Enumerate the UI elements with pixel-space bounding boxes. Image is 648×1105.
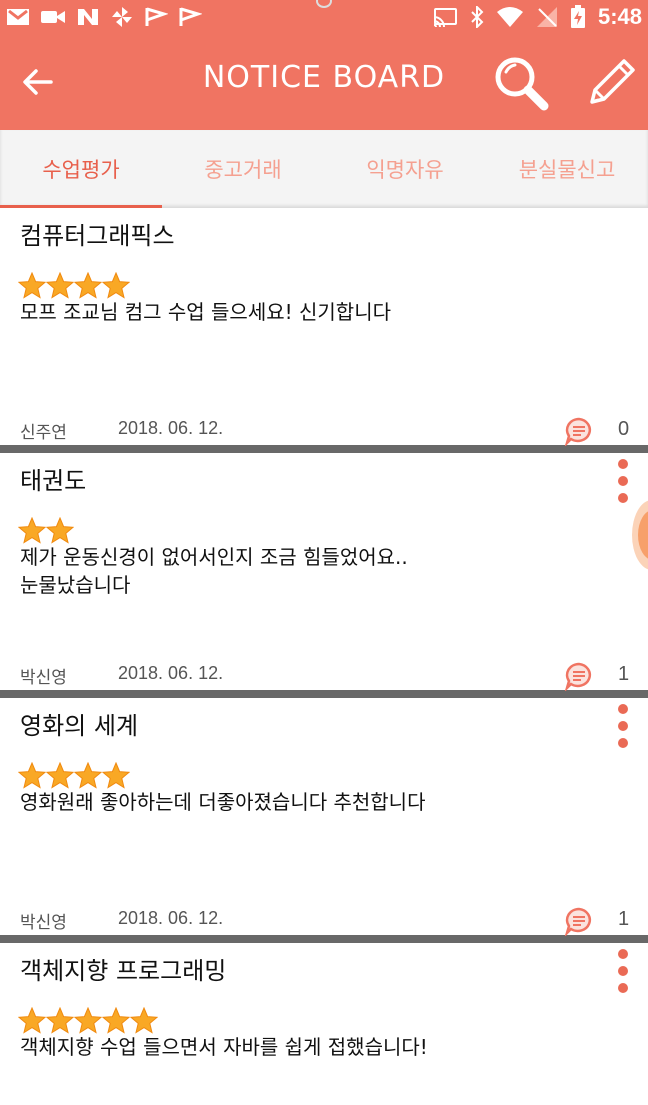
- bluetooth-icon: [470, 6, 484, 28]
- gmail-icon: [6, 8, 30, 26]
- more-dot: [618, 949, 628, 959]
- post-author: 신주연: [20, 423, 67, 443]
- more-options-button[interactable]: [612, 949, 634, 993]
- more-dot: [618, 459, 628, 469]
- tab-secondhand[interactable]: 중고거래: [162, 130, 324, 208]
- post-body-line: 객체지향 수업 들으면서 자바를 쉽게 접했습니다!: [20, 1035, 428, 1059]
- post-list: 컴퓨터그래픽스 모프 조교님 컴그 수업 들으세요! 신기합니다 신주연 201…: [0, 208, 648, 1105]
- tab-course-review[interactable]: 수업평가: [0, 130, 162, 208]
- post-card[interactable]: 컴퓨터그래픽스 모프 조교님 컴그 수업 들으세요! 신기합니다 신주연 201…: [0, 208, 648, 453]
- post-body-line: 눈물났습니다: [20, 573, 131, 597]
- flag-icon: [144, 6, 168, 28]
- post-body-line: 제가 운동신경이 없어서인지 조금 힘들었어요..: [20, 545, 408, 569]
- post-body: 제가 운동신경이 없어서인지 조금 힘들었어요.. 눈물났습니다: [20, 543, 408, 599]
- more-dot: [618, 966, 628, 976]
- post-body-line: 모프 조교님 컴그 수업 들으세요! 신기합니다: [20, 300, 392, 324]
- star-icon: [74, 272, 102, 299]
- write-button[interactable]: [580, 52, 642, 114]
- post-date: 2018. 06. 12.: [118, 418, 224, 438]
- post-body-line: 영화원래 좋아하는데 더좋아졌습니다 추천합니다: [20, 790, 426, 814]
- status-left-icons: [6, 6, 202, 28]
- star-rating: [18, 272, 130, 299]
- star-rating: [18, 517, 74, 544]
- more-dot: [618, 721, 628, 731]
- more-dot: [618, 493, 628, 503]
- post-body: 영화원래 좋아하는데 더좋아졌습니다 추천합니다: [20, 788, 425, 816]
- app-bar: NOTICE BOARD: [0, 34, 648, 130]
- status-time: 5:48: [597, 4, 642, 29]
- post-body: 객체지향 수업 들으면서 자바를 쉽게 접했습니다!: [20, 1033, 428, 1061]
- star-icon: [18, 1007, 46, 1034]
- post-title: 객체지향 프로그래밍: [20, 957, 227, 985]
- star-icon: [102, 1007, 130, 1034]
- post-date: 2018. 06. 12.: [118, 663, 224, 683]
- more-dot: [618, 704, 628, 714]
- post-card[interactable]: 태권도 제가 운동신경이 없어서인지 조금 힘들었어요.. 눈물났습니다 박신영…: [0, 453, 648, 698]
- comment-icon[interactable]: [564, 906, 594, 936]
- post-body: 모프 조교님 컴그 수업 들으세요! 신기합니다: [20, 298, 391, 326]
- post-title: 영화의 세계: [20, 712, 139, 740]
- post-card[interactable]: 객체지향 프로그래밍 객체지향 수업 들으면서 자바를 쉽게 접했습니다!: [0, 943, 648, 1105]
- more-options-button[interactable]: [612, 704, 634, 748]
- star-icon: [46, 517, 74, 544]
- search-button[interactable]: [490, 52, 552, 114]
- notification-dot: [316, 0, 332, 8]
- no-signal-icon: [536, 6, 558, 28]
- pencil-icon: [590, 59, 635, 104]
- star-icon: [130, 1007, 158, 1034]
- star-icon: [46, 1007, 74, 1034]
- star-icon: [18, 517, 46, 544]
- tab-lost-found[interactable]: 분실물신고: [486, 130, 648, 208]
- wifi-icon: [496, 6, 524, 28]
- post-author: 박신영: [20, 913, 67, 933]
- post-card[interactable]: 영화의 세계 영화원래 좋아하는데 더좋아졌습니다 추천합니다 박신영 2018…: [0, 698, 648, 943]
- post-title: 컴퓨터그래픽스: [20, 222, 175, 250]
- star-icon: [102, 762, 130, 789]
- comment-count: 1: [618, 663, 630, 685]
- flag-icon: [178, 6, 202, 28]
- board-tabs: 수업평가 중고거래 익명자유 분실물신고: [0, 130, 648, 208]
- more-options-button[interactable]: [612, 459, 634, 503]
- status-right-icons: 5:48: [432, 4, 642, 30]
- tab-anonymous[interactable]: 익명자유: [324, 130, 486, 208]
- star-icon: [18, 272, 46, 299]
- video-icon: [40, 8, 66, 26]
- more-dot: [618, 738, 628, 748]
- star-rating: [18, 762, 130, 789]
- comment-count: 0: [618, 418, 630, 440]
- post-author: 박신영: [20, 668, 67, 688]
- post-title: 태권도: [20, 467, 87, 495]
- more-dot: [618, 983, 628, 993]
- battery-charging-icon: [570, 5, 586, 29]
- n-icon: [76, 7, 100, 27]
- search-icon: [495, 57, 549, 111]
- star-icon: [74, 1007, 102, 1034]
- pinwheel-icon: [110, 6, 134, 28]
- star-icon: [102, 272, 130, 299]
- star-icon: [74, 762, 102, 789]
- more-dot: [618, 476, 628, 486]
- star-icon: [46, 762, 74, 789]
- post-date: 2018. 06. 12.: [118, 908, 224, 928]
- comment-count: 1: [618, 908, 630, 930]
- status-bar: 5:48: [0, 0, 648, 34]
- comment-icon[interactable]: [564, 416, 594, 446]
- comment-icon[interactable]: [564, 661, 594, 691]
- star-icon: [18, 762, 46, 789]
- star-rating: [18, 1007, 158, 1034]
- cast-icon: [432, 7, 458, 27]
- star-icon: [46, 272, 74, 299]
